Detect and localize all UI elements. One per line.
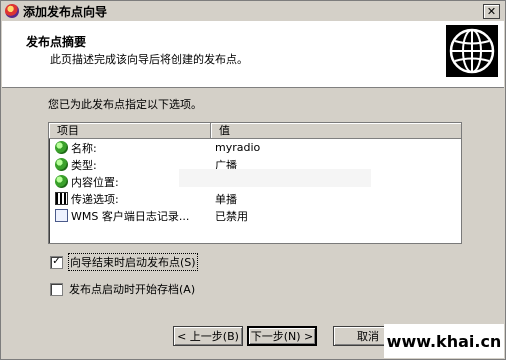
wizard-body: 您已为此发布点指定以下选项。 项目 值 名称: myradio 类型: 广播 内… (2, 88, 504, 358)
log-document-icon (55, 209, 68, 222)
page-title: 发布点摘要 (26, 35, 87, 49)
title-bar: 添加发布点向导 ✕ (2, 2, 504, 20)
item-name: 传递选项: (71, 192, 119, 206)
watermark: www.khai.cn (384, 324, 504, 358)
item-name: WMS 客户端日志记录... (71, 209, 190, 223)
checkbox-label-text: 发布点启动时开始存档 (69, 283, 179, 296)
item-name: 类型: (71, 158, 97, 172)
item-value: myradio (215, 141, 261, 154)
green-globe-icon (55, 141, 68, 154)
wizard-window: 添加发布点向导 ✕ 发布点摘要 此页描述完成该向导后将创建的发布点。 您已为此发… (0, 0, 506, 360)
next-button[interactable]: 下一步(N) > (247, 326, 317, 346)
checkbox-box[interactable]: ✓ (50, 255, 63, 269)
checkbox-hotkey: (S) (180, 256, 196, 269)
intro-text: 您已为此发布点指定以下选项。 (48, 98, 202, 111)
list-item[interactable]: WMS 客户端日志记录... 已禁用 (49, 207, 461, 224)
redacted-area (179, 169, 371, 187)
archive-on-start-checkbox[interactable]: 发布点启动时开始存档(A) (50, 281, 195, 297)
globe-icon (446, 25, 498, 77)
film-strip-icon (55, 192, 68, 205)
item-value: 单播 (215, 192, 237, 206)
list-header: 项目 值 (49, 123, 461, 139)
list-item[interactable]: 传递选项: 单播 (49, 190, 461, 207)
close-icon: ✕ (486, 5, 497, 18)
page-subtitle: 此页描述完成该向导后将创建的发布点。 (50, 53, 248, 66)
app-icon (5, 4, 19, 18)
green-globe-icon (55, 158, 68, 171)
close-button[interactable]: ✕ (483, 4, 500, 19)
column-header-item[interactable]: 项目 (49, 123, 211, 138)
item-name: 内容位置: (71, 175, 119, 189)
checkbox-hotkey: (A) (179, 283, 196, 296)
window-title: 添加发布点向导 (23, 4, 108, 19)
checkbox-box[interactable] (50, 282, 63, 296)
check-mark-icon: ✓ (52, 256, 61, 267)
checkbox-label: 向导结束时启动发布点(S) (68, 253, 198, 271)
start-on-finish-checkbox[interactable]: ✓ 向导结束时启动发布点(S) (50, 253, 198, 271)
back-button[interactable]: < 上一步(B) (173, 326, 243, 346)
checkbox-label: 发布点启动时开始存档(A) (69, 281, 195, 297)
item-value: 已禁用 (215, 209, 248, 223)
column-header-value[interactable]: 值 (211, 123, 461, 138)
checkbox-label-text: 向导结束时启动发布点 (70, 256, 180, 269)
wizard-header: 发布点摘要 此页描述完成该向导后将创建的发布点。 (2, 21, 504, 88)
item-name: 名称: (71, 141, 97, 155)
green-globe-icon (55, 175, 68, 188)
list-item[interactable]: 名称: myradio (49, 139, 461, 156)
